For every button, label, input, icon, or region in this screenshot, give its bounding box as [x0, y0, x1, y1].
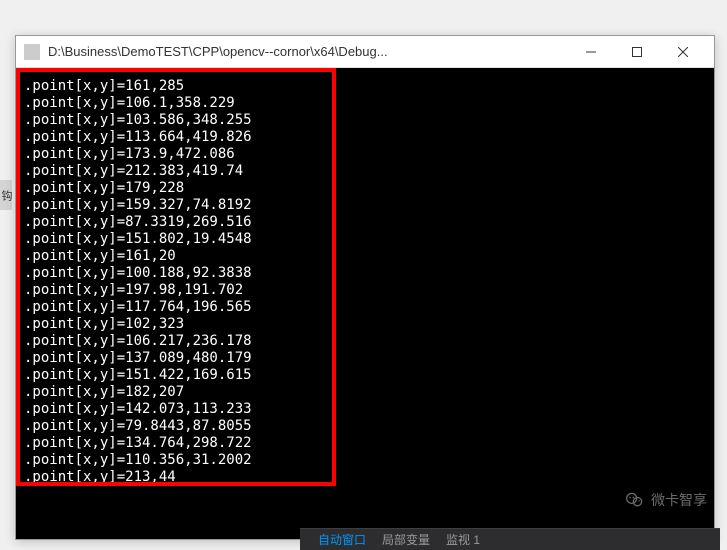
window-controls [568, 37, 706, 67]
ide-bottom-panel: 自动窗口 局部变量 监视 1 [300, 528, 720, 550]
console-line: .point[x,y]=106.217,236.178 [24, 333, 706, 350]
console-line: .point[x,y]=87.3319,269.516 [24, 214, 706, 231]
console-line: .point[x,y]=106.1,358.229 [24, 95, 706, 112]
close-button[interactable] [660, 37, 706, 67]
console-line: .point[x,y]=110.356,31.2002 [24, 452, 706, 469]
tab-watch[interactable]: 监视 1 [438, 531, 488, 548]
console-line: .point[x,y]=102,323 [24, 316, 706, 333]
console-line: .point[x,y]=182,207 [24, 384, 706, 401]
wechat-watermark: 微卡智享 [625, 490, 707, 510]
wechat-icon [625, 490, 645, 510]
watermark-text: 微卡智享 [651, 490, 707, 510]
console-line: .point[x,y]=151.802,19.4548 [24, 231, 706, 248]
console-line: .point[x,y]=213,44 [24, 469, 706, 486]
app-icon [24, 44, 40, 60]
console-line: .point[x,y]=137.089,480.179 [24, 350, 706, 367]
console-line: .point[x,y]=113.664,419.826 [24, 129, 706, 146]
console-line: .point[x,y]=100.188,92.3838 [24, 265, 706, 282]
console-line: .point[x,y]=197.98,191.702 [24, 282, 706, 299]
console-line: .point[x,y]=151.422,169.615 [24, 367, 706, 384]
console-line: .point[x,y]=117.764,196.565 [24, 299, 706, 316]
console-line: .point[x,y]=134.764,298.722 [24, 435, 706, 452]
console-line: .point[x,y]=173.9,472.086 [24, 146, 706, 163]
left-edge-fragment: 钩 [0, 180, 12, 210]
maximize-button[interactable] [614, 37, 660, 67]
tab-local-vars[interactable]: 局部变量 [374, 531, 438, 548]
minimize-button[interactable] [568, 37, 614, 67]
console-line: .point[x,y]=159.327,74.8192 [24, 197, 706, 214]
console-line: .point[x,y]=79.8443,87.8055 [24, 418, 706, 435]
console-line: .point[x,y]=103.586,348.255 [24, 112, 706, 129]
titlebar: D:\Business\DemoTEST\CPP\opencv--cornor\… [16, 36, 714, 68]
console-window: D:\Business\DemoTEST\CPP\opencv--cornor\… [15, 35, 715, 540]
console-output[interactable]: .point[x,y]=161,285.point[x,y]=106.1,358… [16, 68, 714, 539]
console-line: .point[x,y]=212.383,419.74 [24, 163, 706, 180]
window-title: D:\Business\DemoTEST\CPP\opencv--cornor\… [48, 44, 568, 59]
console-line: .point[x,y]=179,228 [24, 180, 706, 197]
console-line: .point[x,y]=161,20 [24, 248, 706, 265]
console-line: .point[x,y]=161,285 [24, 78, 706, 95]
tab-auto-window[interactable]: 自动窗口 [310, 531, 374, 548]
console-line: .point[x,y]=142.073,113.233 [24, 401, 706, 418]
